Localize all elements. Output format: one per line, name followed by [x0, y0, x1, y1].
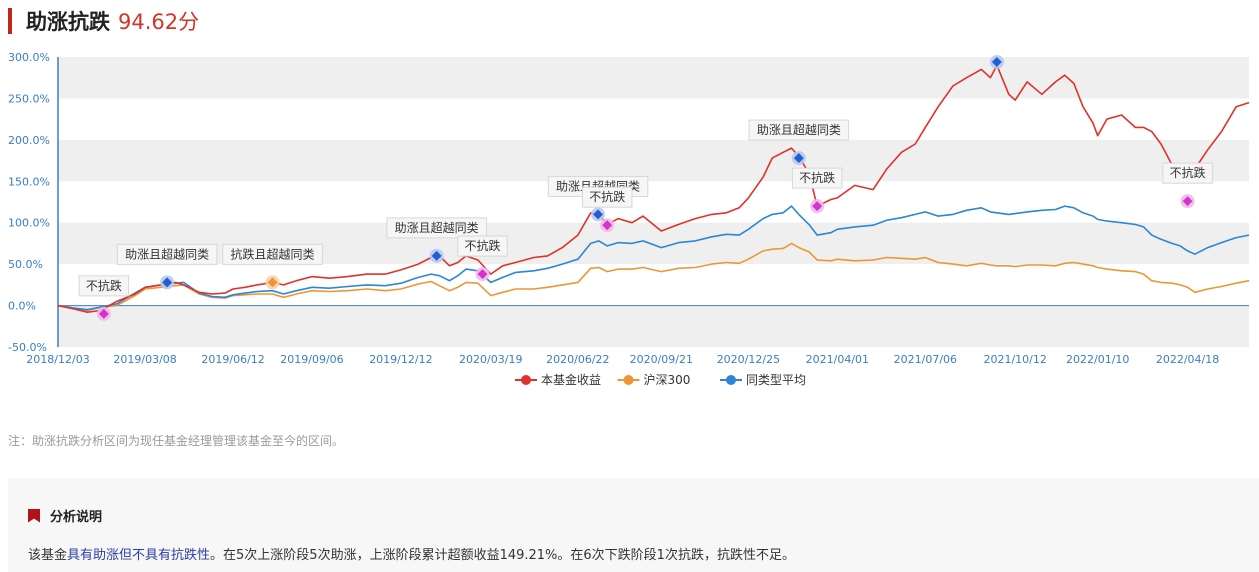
legend-label: 本基金收益 [541, 372, 601, 387]
y-tick-label: 100.0% [8, 217, 50, 230]
x-tick-label: 2020/09/21 [630, 353, 693, 366]
analysis-panel: 分析说明 该基金具有助涨但不具有抗跌性。在5次上涨阶段5次助涨，上涨阶段累计超额… [8, 478, 1259, 572]
x-tick-label: 2020/06/22 [546, 353, 609, 366]
series-line [57, 64, 1250, 314]
event-label: 助涨且超越同类 [125, 246, 209, 261]
x-tick-label: 2019/12/12 [369, 353, 432, 366]
event-label: 不抗跌 [464, 238, 500, 253]
x-tick-label: 2020/03/19 [459, 353, 522, 366]
title-accent-bar [8, 8, 12, 34]
grid-band [58, 57, 1249, 99]
page-title: 助涨抗跌 [26, 10, 110, 34]
analysis-suffix: 。在5次上涨阶段5次助涨，上涨阶段累计超额收益149.21%。在6次下跌阶段1次… [210, 548, 795, 563]
event-label: 抗跌且超越同类 [231, 246, 315, 261]
y-tick-label: 50.0% [8, 258, 43, 271]
legend-swatch-dot [521, 375, 531, 385]
y-tick-label: 150.0% [8, 175, 50, 188]
x-tick-label: 2019/03/08 [113, 353, 176, 366]
event-label: 助涨且超越同类 [395, 220, 479, 235]
x-tick-label: 2022/01/10 [1066, 353, 1129, 366]
analysis-highlight: 具有助涨但不具有抗跌性 [67, 548, 211, 563]
x-tick-label: 2018/12/03 [26, 353, 89, 366]
x-tick-label: 2021/07/06 [894, 353, 957, 366]
x-tick-label: 2022/04/18 [1156, 353, 1219, 366]
y-tick-label: 300.0% [8, 51, 50, 64]
analysis-prefix: 该基金 [28, 548, 68, 563]
event-label: 不抗跌 [589, 189, 625, 204]
legend-swatch-dot [623, 375, 634, 385]
analysis-title: 分析说明 [50, 510, 103, 525]
x-tick-label: 2019/06/12 [201, 353, 264, 366]
x-tick-label: 2020/12/25 [717, 353, 780, 366]
y-tick-label: 0.0% [8, 300, 36, 313]
legend-label: 同类型平均 [746, 373, 806, 387]
legend-swatch-dot [726, 375, 736, 385]
analysis-text: 该基金具有助涨但不具有抗跌性。在5次上涨阶段5次助涨，上涨阶段累计超额收益149… [28, 544, 795, 563]
x-tick-label: 2021/10/12 [983, 353, 1046, 366]
header: 助涨抗跌 94.62分 [0, 6, 199, 36]
event-label: 不抗跌 [1170, 165, 1206, 180]
event-label: 不抗跌 [799, 170, 835, 185]
analysis-header: 分析说明 [28, 506, 102, 525]
x-tick-label: 2019/09/06 [280, 353, 343, 366]
grid-band [58, 139, 1249, 182]
grid-band [58, 305, 1249, 347]
performance-chart: 300.0%250.0%200.0%150.0%100.0%50.0%0.0%-… [8, 51, 1250, 387]
bookmark-flag-icon [28, 508, 40, 523]
x-tick-label: 2021/04/01 [806, 353, 869, 366]
y-tick-label: 250.0% [8, 92, 50, 105]
event-label: 不抗跌 [86, 278, 122, 293]
analysis-note: 注：助涨抗跌分析区间为现任基金经理管理该基金至今的区间。 [8, 434, 345, 448]
score-value: 94.62分 [118, 10, 200, 34]
y-tick-label: 200.0% [8, 134, 50, 147]
event-label: 助涨且超越同类 [757, 122, 841, 137]
legend-label: 沪深300 [644, 373, 691, 387]
